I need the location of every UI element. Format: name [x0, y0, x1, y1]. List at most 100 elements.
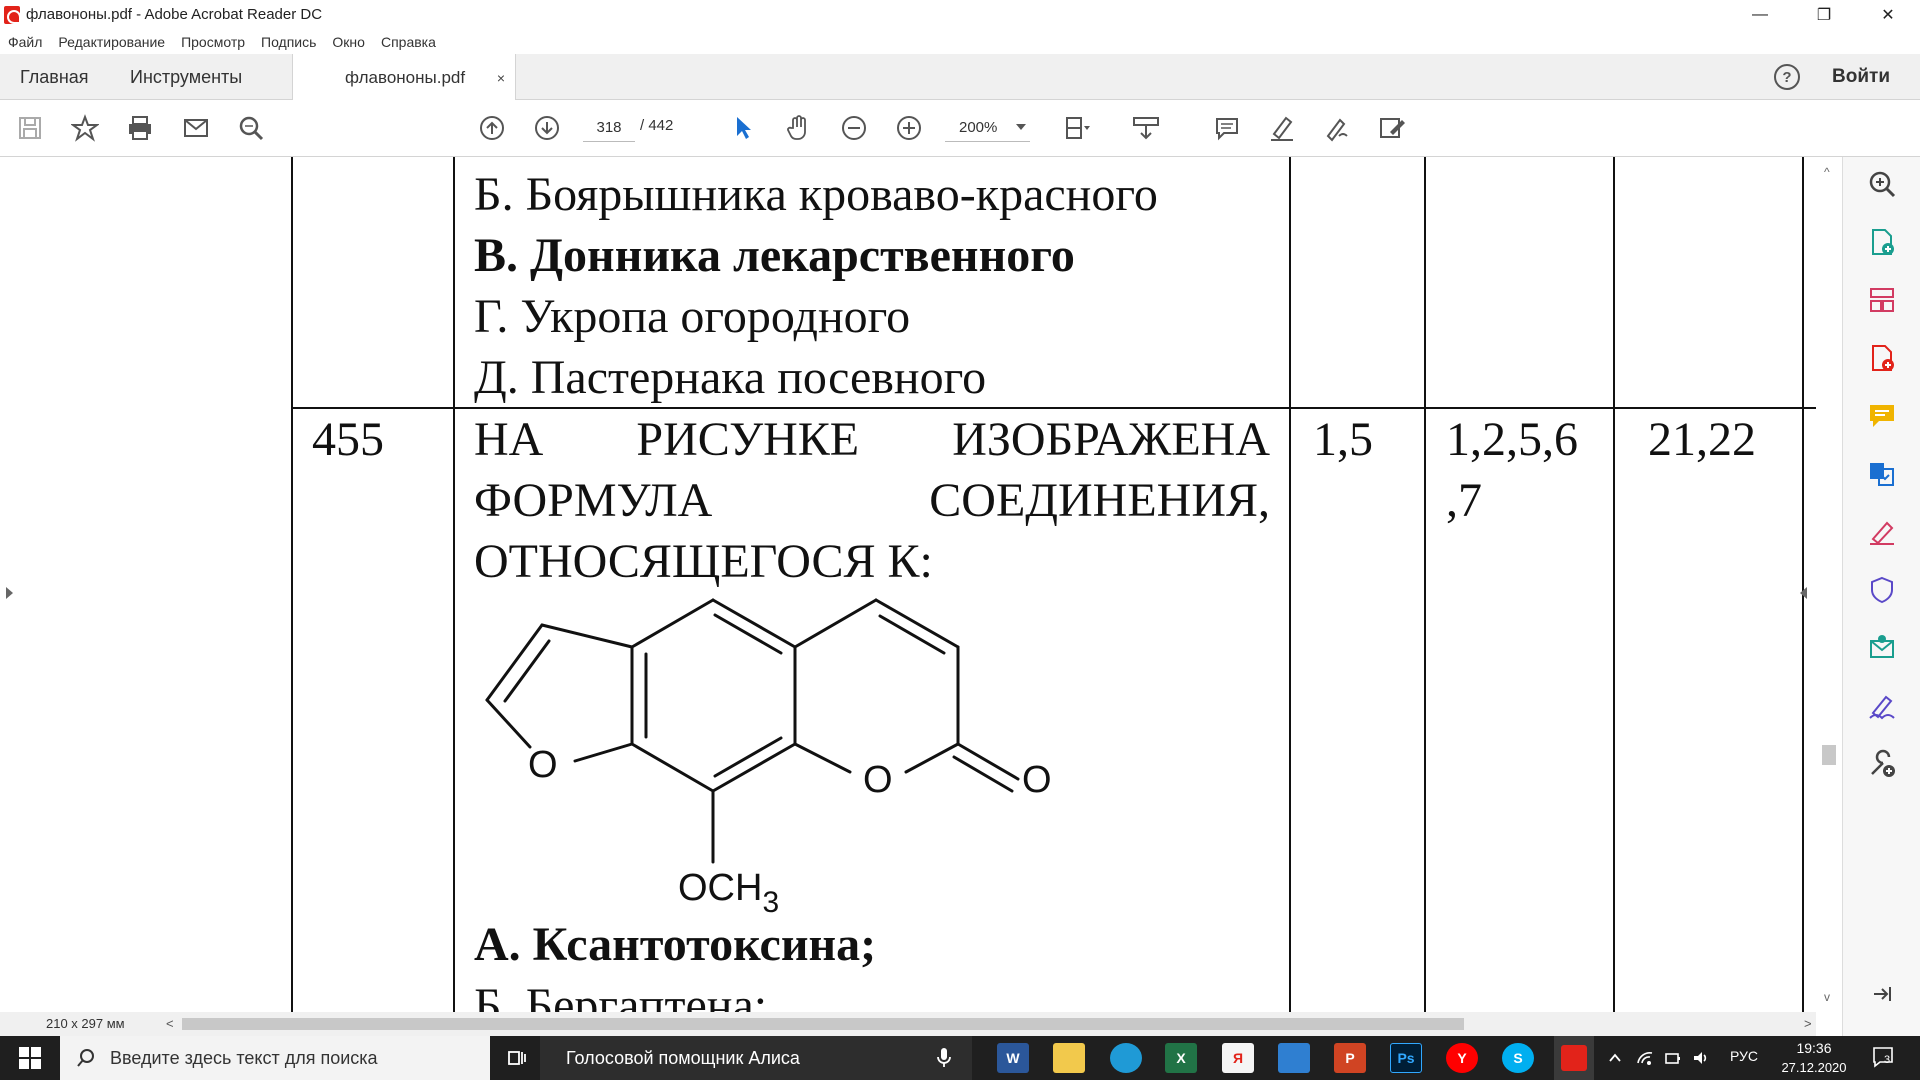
- request-signature-icon[interactable]: [1867, 691, 1897, 721]
- close-window-button[interactable]: ✕: [1856, 0, 1920, 29]
- start-button[interactable]: [0, 1036, 60, 1080]
- email-icon[interactable]: [181, 113, 211, 143]
- windows-taskbar: Введите здесь текст для поиска Голосовой…: [0, 1036, 1920, 1080]
- window-title: флавононы.pdf - Adobe Acrobat Reader DC: [26, 6, 323, 23]
- horizontal-scroll-thumb[interactable]: [182, 1018, 1464, 1030]
- zoom-select[interactable]: 200%: [945, 114, 1030, 142]
- restore-button[interactable]: ❐: [1792, 0, 1856, 29]
- highlight-icon[interactable]: [1267, 113, 1297, 143]
- menu-view[interactable]: Просмотр: [173, 34, 253, 50]
- excel-app-icon[interactable]: X: [1165, 1043, 1197, 1073]
- mail-app-icon[interactable]: [1278, 1043, 1310, 1073]
- scroll-down-arrow[interactable]: v: [1824, 990, 1830, 1004]
- draw-icon[interactable]: [1322, 113, 1352, 143]
- battery-icon[interactable]: [1664, 1049, 1682, 1067]
- organize-pages-icon[interactable]: [1867, 285, 1897, 315]
- scroll-left-arrow[interactable]: <: [166, 1016, 174, 1031]
- acrobat-icon: [1561, 1045, 1587, 1071]
- question-word: НА: [474, 413, 544, 466]
- table-border-right: [1802, 157, 1804, 1012]
- scroll-mode-icon[interactable]: [1131, 113, 1161, 143]
- minimize-button[interactable]: —: [1728, 0, 1792, 29]
- task-view-icon[interactable]: [507, 1048, 527, 1068]
- windows-logo-icon: [19, 1047, 41, 1069]
- protect-icon[interactable]: [1867, 575, 1897, 605]
- document-view[interactable]: Б. Боярышника кроваво-красного В. Донник…: [0, 157, 1816, 1012]
- more-tools-icon[interactable]: [1867, 749, 1897, 779]
- zoom-in-icon[interactable]: [894, 113, 924, 143]
- pdf-page: Б. Боярышника кроваво-красного В. Донник…: [0, 157, 1816, 1012]
- comment-tool-icon[interactable]: [1867, 401, 1897, 431]
- print-icon[interactable]: [125, 113, 155, 143]
- page-size-label: 210 x 297 мм: [46, 1016, 125, 1031]
- photoshop-app-icon[interactable]: Ps: [1390, 1043, 1422, 1073]
- question-line-3: ОТНОСЯЩЕГОСЯ К:: [474, 535, 933, 588]
- create-pdf-icon[interactable]: [1867, 227, 1897, 257]
- skype-app-icon[interactable]: S: [1502, 1043, 1534, 1073]
- col5-value: 21,22: [1648, 413, 1756, 466]
- clock-time[interactable]: 19:36: [1774, 1040, 1854, 1056]
- option-b-prev: Б. Боярышника кроваво-красного: [474, 168, 1158, 221]
- table-border-col2: [453, 157, 455, 1012]
- zoom-search-icon[interactable]: [1867, 169, 1897, 199]
- scroll-right-arrow[interactable]: >: [1804, 1016, 1812, 1031]
- login-button[interactable]: Войти: [1832, 66, 1890, 88]
- comment-icon[interactable]: [1212, 113, 1242, 143]
- powerpoint-app-icon[interactable]: P: [1334, 1043, 1366, 1073]
- clock-date[interactable]: 27.12.2020: [1774, 1060, 1854, 1075]
- fill-sign-tool-icon[interactable]: [1867, 517, 1897, 547]
- tab-close-icon[interactable]: ×: [497, 70, 505, 86]
- page-fit-icon[interactable]: [1062, 113, 1092, 143]
- previous-page-icon[interactable]: [477, 113, 507, 143]
- horizontal-scrollbar[interactable]: 210 x 297 мм < >: [0, 1012, 1816, 1036]
- word-app-icon[interactable]: W: [997, 1043, 1029, 1073]
- window-controls: — ❐ ✕: [1728, 0, 1920, 29]
- star-icon[interactable]: [70, 113, 100, 143]
- send-for-review-icon[interactable]: [1867, 633, 1897, 663]
- menu-file[interactable]: Файл: [0, 34, 50, 50]
- tab-document[interactable]: флавононы.pdf ×: [292, 54, 516, 101]
- network-icon[interactable]: [1636, 1049, 1654, 1067]
- notifications-icon[interactable]: 3: [1872, 1046, 1896, 1068]
- acrobat-taskbar-icon[interactable]: [1554, 1036, 1594, 1080]
- save-icon[interactable]: [15, 113, 45, 143]
- menu-edit[interactable]: Редактирование: [50, 34, 173, 50]
- methoxy-label: OCH3: [678, 867, 779, 917]
- next-page-icon[interactable]: [532, 113, 562, 143]
- tab-tools[interactable]: Инструменты: [130, 54, 242, 100]
- col4-value-line2: ,7: [1446, 474, 1482, 527]
- right-panel-toggle-icon[interactable]: [1800, 587, 1807, 599]
- vertical-scroll-thumb[interactable]: [1822, 745, 1836, 765]
- tab-document-label: флавононы.pdf: [345, 67, 466, 87]
- file-explorer-icon[interactable]: [1053, 1043, 1085, 1073]
- hand-tool-icon[interactable]: [784, 113, 814, 143]
- left-panel-toggle-icon[interactable]: [6, 587, 13, 599]
- scroll-up-arrow[interactable]: ^: [1824, 165, 1830, 179]
- export-pdf-icon[interactable]: [1867, 343, 1897, 373]
- language-indicator[interactable]: РУС: [1730, 1048, 1758, 1064]
- search-icon[interactable]: [236, 113, 266, 143]
- vertical-scrollbar[interactable]: ^ v: [1816, 157, 1842, 1012]
- menu-help[interactable]: Справка: [373, 34, 444, 50]
- taskbar-search-box[interactable]: Введите здесь текст для поиска: [60, 1036, 490, 1080]
- alice-assistant[interactable]: Голосовой помощник Алиса: [540, 1036, 972, 1080]
- pyranone-oxygen-label: O: [863, 759, 893, 801]
- page-number-input[interactable]: 318: [583, 114, 635, 142]
- chevron-up-icon[interactable]: [1608, 1051, 1622, 1065]
- combine-files-icon[interactable]: [1867, 459, 1897, 489]
- help-icon[interactable]: ?: [1774, 64, 1800, 90]
- volume-icon[interactable]: [1692, 1049, 1710, 1067]
- menu-window[interactable]: Окно: [324, 34, 373, 50]
- fill-sign-icon[interactable]: [1377, 113, 1407, 143]
- yandex-browser-file-icon[interactable]: Я: [1222, 1043, 1254, 1073]
- tab-home[interactable]: Главная: [20, 54, 89, 100]
- edge-browser-icon[interactable]: [1110, 1043, 1142, 1073]
- yandex-browser-icon[interactable]: Y: [1446, 1043, 1478, 1073]
- microphone-icon[interactable]: [936, 1047, 952, 1069]
- page-total: / 442: [640, 117, 674, 134]
- collapse-panel-icon[interactable]: [1867, 979, 1897, 1009]
- menu-sign[interactable]: Подпись: [253, 34, 324, 50]
- select-cursor-icon[interactable]: [728, 113, 758, 143]
- zoom-out-icon[interactable]: [839, 113, 869, 143]
- search-icon: [77, 1049, 94, 1067]
